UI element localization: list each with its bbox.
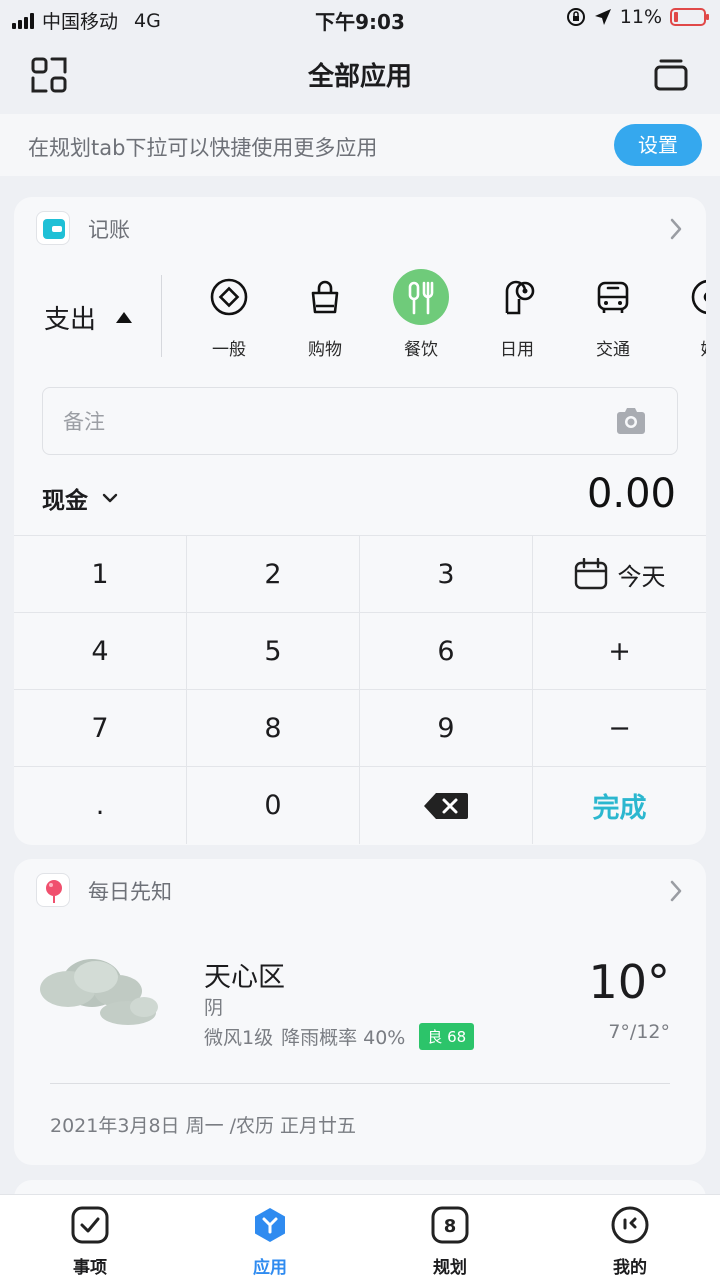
triangle-up-icon bbox=[116, 312, 133, 323]
category-label: 交通 bbox=[596, 340, 630, 360]
memo-input[interactable] bbox=[63, 404, 583, 440]
settings-button[interactable]: 设置 bbox=[614, 124, 702, 166]
tab-bar: 事项 应用 8 规划 我的 bbox=[0, 1194, 720, 1280]
key-minus[interactable]: − bbox=[533, 690, 706, 767]
category-label: 娱 bbox=[664, 335, 707, 360]
divider bbox=[161, 275, 162, 357]
category-item[interactable]: 娱 bbox=[664, 269, 706, 360]
key-4[interactable]: 4 bbox=[14, 613, 187, 690]
key-3[interactable]: 3 bbox=[360, 536, 533, 613]
rain-probability: 降雨概率 40% bbox=[281, 1027, 406, 1049]
done-button[interactable]: 完成 bbox=[533, 767, 706, 844]
category-item[interactable]: 购物 bbox=[280, 269, 370, 360]
city-name: 天心区 bbox=[204, 962, 285, 993]
divider bbox=[50, 1083, 670, 1084]
weather-card-title: 每日先知 bbox=[88, 880, 172, 904]
category-item[interactable]: 一般 bbox=[184, 269, 274, 360]
tab-me[interactable]: 我的 bbox=[570, 1205, 690, 1278]
date-info: 2021年3月8日 周一 /农历 正月廿五 bbox=[50, 1115, 357, 1137]
amount-display: 0.00 bbox=[586, 471, 676, 517]
account-selector[interactable]: 现金 bbox=[42, 481, 118, 515]
key-0[interactable]: 0 bbox=[187, 767, 360, 844]
tab-tasks[interactable]: 事项 bbox=[30, 1205, 150, 1278]
key-plus[interactable]: + bbox=[533, 613, 706, 690]
weather-card: 每日先知 天心区 阴 微风1级 降雨概率 40% 良 68 10° 7°/12°… bbox=[14, 859, 706, 1165]
calendar-icon bbox=[574, 558, 607, 590]
tab-label: 规划 bbox=[433, 1258, 467, 1278]
chevron-right-icon[interactable] bbox=[666, 877, 686, 905]
shopping-bag-icon bbox=[297, 269, 353, 325]
key-6[interactable]: 6 bbox=[360, 613, 533, 690]
date-key-label: 今天 bbox=[617, 562, 666, 591]
status-bar: 中国移动 4G 下午9:03 11% bbox=[0, 0, 720, 36]
wind-level: 微风1级 bbox=[204, 1027, 274, 1049]
apps-icon bbox=[250, 1205, 290, 1245]
weather-card-header[interactable]: 每日先知 bbox=[14, 859, 706, 923]
tab-plan[interactable]: 8 规划 bbox=[390, 1205, 510, 1278]
tip-banner: 在规划tab下拉可以快捷使用更多应用 设置 bbox=[0, 114, 720, 176]
memo-field[interactable] bbox=[42, 387, 678, 455]
calendar-8-icon: 8 bbox=[430, 1205, 470, 1245]
key-7[interactable]: 7 bbox=[14, 690, 187, 767]
weather-condition: 阴 bbox=[204, 997, 224, 1019]
tab-label: 应用 bbox=[253, 1258, 287, 1278]
key-1[interactable]: 1 bbox=[14, 536, 187, 613]
ledger-card: 记账 支出 一般 购物 餐饮 日用 交通 备注 现金 0.00 1 2 3 今天… bbox=[14, 197, 706, 845]
temperature-range: 7°/12° bbox=[608, 1021, 670, 1043]
chevron-down-icon bbox=[102, 493, 118, 503]
date-key[interactable]: 今天 bbox=[533, 536, 706, 613]
key-2[interactable]: 2 bbox=[187, 536, 360, 613]
ledger-card-title: 记账 bbox=[88, 218, 130, 242]
battery-percent: 11% bbox=[619, 6, 662, 28]
tab-apps[interactable]: 应用 bbox=[210, 1205, 330, 1278]
tab-label: 事项 bbox=[73, 1258, 107, 1278]
account-label: 现金 bbox=[42, 488, 88, 514]
weather-details: 微风1级 降雨概率 40% 良 68 bbox=[204, 1023, 475, 1050]
tab-label: 我的 bbox=[613, 1258, 647, 1278]
type-selector[interactable]: 支出 bbox=[44, 299, 133, 336]
diamond-icon bbox=[201, 269, 257, 325]
category-item[interactable]: 日用 bbox=[472, 269, 562, 360]
camera-icon[interactable] bbox=[615, 407, 647, 435]
category-list: 一般 购物 餐饮 日用 交通 bbox=[174, 269, 706, 369]
ledger-app-icon bbox=[36, 211, 70, 245]
battery-icon bbox=[670, 8, 709, 26]
ledger-card-header[interactable]: 记账 bbox=[14, 197, 706, 261]
chevron-right-icon[interactable] bbox=[666, 215, 686, 243]
current-temperature: 10° bbox=[588, 955, 670, 1009]
cards-icon[interactable] bbox=[652, 56, 690, 94]
svg-text:8: 8 bbox=[444, 1216, 457, 1237]
number-keypad: 1 2 3 今天 4 5 6 + 7 8 9 − . 0 完成 bbox=[14, 535, 706, 845]
key-dot[interactable]: . bbox=[14, 767, 187, 844]
bus-icon bbox=[585, 269, 641, 325]
key-8[interactable]: 8 bbox=[187, 690, 360, 767]
orientation-lock-icon bbox=[566, 8, 585, 26]
category-label: 餐饮 bbox=[404, 340, 438, 360]
aqi-badge: 良 68 bbox=[419, 1023, 475, 1050]
location-icon bbox=[594, 9, 611, 25]
category-item-selected[interactable]: 餐饮 bbox=[376, 269, 466, 360]
profile-icon bbox=[610, 1205, 650, 1245]
category-label: 购物 bbox=[308, 340, 342, 360]
weather-app-icon bbox=[36, 873, 70, 907]
category-label: 日用 bbox=[500, 340, 534, 360]
dining-icon bbox=[393, 269, 449, 325]
entertainment-icon bbox=[681, 269, 706, 325]
key-5[interactable]: 5 bbox=[187, 613, 360, 690]
tip-text: 在规划tab下拉可以快捷使用更多应用 bbox=[28, 136, 378, 160]
page-title: 全部应用 bbox=[307, 62, 412, 92]
tissue-icon bbox=[489, 269, 545, 325]
category-label: 一般 bbox=[212, 340, 246, 360]
type-label: 支出 bbox=[44, 305, 97, 335]
checkbox-icon bbox=[70, 1205, 110, 1245]
backspace-icon bbox=[424, 792, 468, 819]
category-item[interactable]: 交通 bbox=[568, 269, 658, 360]
key-backspace[interactable] bbox=[360, 767, 533, 844]
cloud-icon bbox=[40, 959, 158, 1025]
key-9[interactable]: 9 bbox=[360, 690, 533, 767]
page-header: 全部应用 bbox=[0, 36, 720, 114]
